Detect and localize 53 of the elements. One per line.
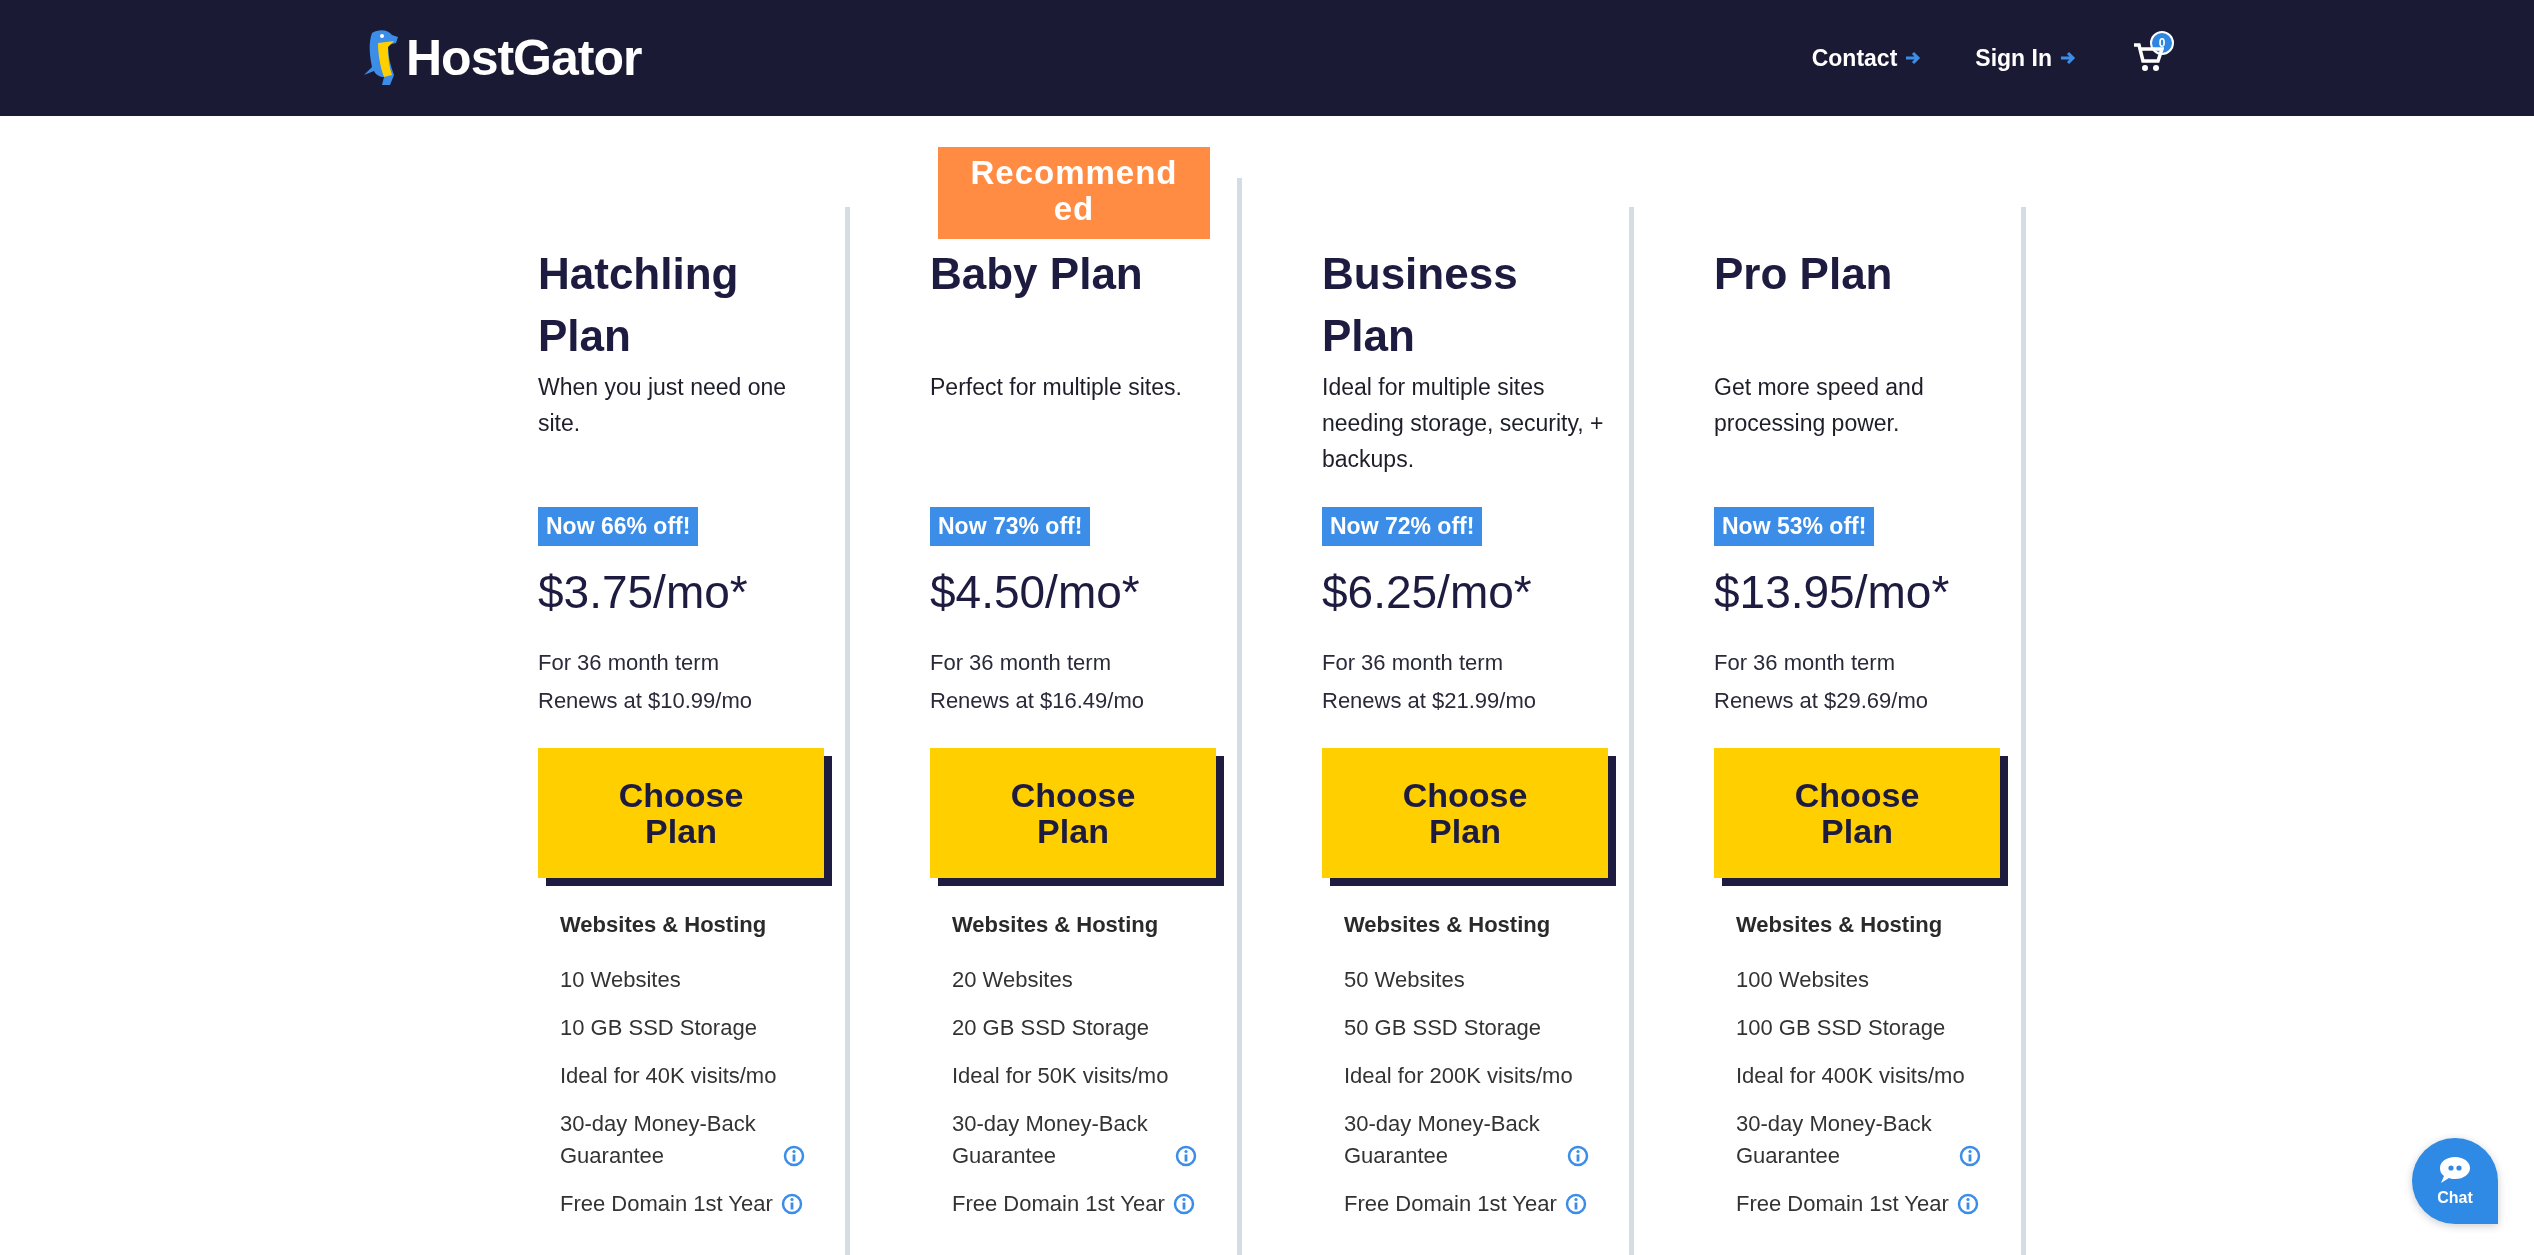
features-heading: Websites & Hosting [952,912,1160,938]
nav-link[interactable]: Contact [1811,44,1922,72]
feature-text: 30-day Money-Back Guarantee [952,1110,1149,1170]
recommended-ribbon: Recommended [938,147,1210,239]
chat-button[interactable]: Chat [2412,1138,2498,1224]
feature-text: 100 Websites [1736,966,1869,994]
term-text: For 36 month term [930,649,1112,677]
features-heading: Websites & Hosting [1736,912,1944,938]
features-heading: Websites & Hosting [1344,912,1552,938]
plan-title: Pro Plan [1714,248,1894,300]
term-text: For 36 month term [1714,649,1896,677]
feature-text: 100 GB SSD Storage [1736,1014,1946,1042]
feature-text: 30-day Money-Back Guarantee [1344,1110,1541,1170]
plan-title: Business Plan [1322,248,1519,362]
feature-text: Ideal for 50K visits/mo [952,1062,1169,1090]
feature-text: 20 Websites [952,966,1073,994]
discount-badge: Now 53% off! [1714,507,1875,546]
plan-price: $4.50/mo* [930,565,1141,620]
discount-badge: Now 72% off! [1322,507,1483,546]
feature-text: Ideal for 40K visits/mo [560,1062,777,1090]
feature-text: 20 GB SSD Storage [952,1014,1149,1042]
logo-link[interactable]: HostGator [360,27,642,89]
renewal-text: Renews at $21.99/mo [1322,687,1538,715]
features-heading: Websites & Hosting [560,912,768,938]
renewal-text: Renews at $16.49/mo [930,687,1146,715]
feature-text: 50 Websites [1344,966,1465,994]
plan-price: $3.75/mo* [538,565,749,620]
feature-text: Free Domain 1st Year [1736,1190,1949,1218]
discount-badge: Now 73% off! [930,507,1091,546]
feature-text: 30-day Money-Back Guarantee [1736,1110,1933,1170]
feature-text: Free Domain 1st Year [560,1190,773,1218]
discount-badge: Now 66% off! [538,507,699,546]
feature-text: 30-day Money-Back Guarantee [560,1110,757,1170]
feature-text: Free Domain 1st Year [1344,1190,1557,1218]
renewal-text: Renews at $10.99/mo [538,687,754,715]
plan-description: Get more speed and processing power. [1714,373,1925,438]
plan-title: Baby Plan [930,248,1144,300]
feature-text: 10 GB SSD Storage [560,1014,757,1042]
feature-text: Ideal for 400K visits/mo [1736,1062,1965,1090]
feature-text: Free Domain 1st Year [952,1190,1165,1218]
feature-text: 50 GB SSD Storage [1344,1014,1541,1042]
plan-price: $6.25/mo* [1322,565,1533,620]
term-text: For 36 month term [538,649,720,677]
renewal-text: Renews at $29.69/mo [1714,687,1930,715]
plan-title: Hatchling Plan [538,248,740,362]
term-text: For 36 month term [1322,649,1504,677]
feature-text: 10 Websites [560,966,681,994]
plan-description: When you just need one site. [538,373,788,438]
plan-price: $13.95/mo* [1714,565,1951,620]
feature-text: Ideal for 200K visits/mo [1344,1062,1573,1090]
plan-description: Perfect for multiple sites. [930,373,1183,402]
nav-link[interactable]: Sign In [1975,44,2076,72]
plan-description: Ideal for multiple sites needing storage, security, + backups. [1322,373,1605,474]
